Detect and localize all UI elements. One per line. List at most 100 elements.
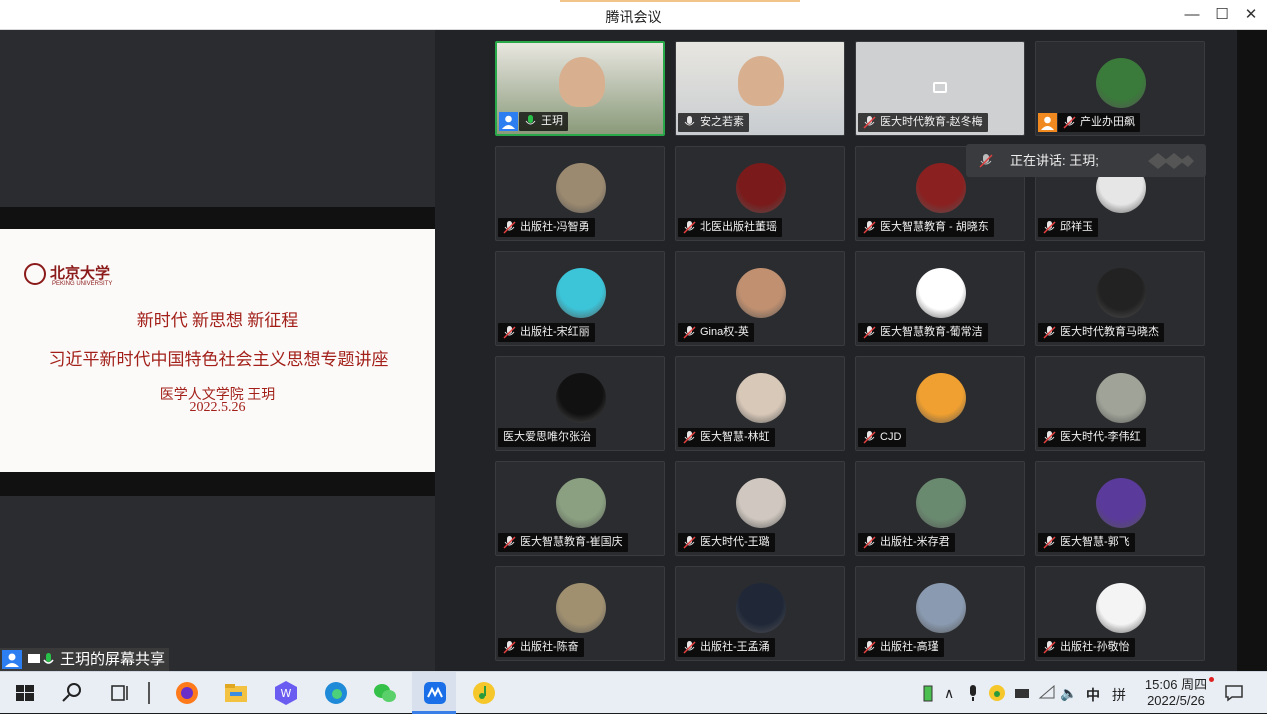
avatar [1096, 373, 1146, 423]
participant-label: 出版社-王孟涌 [678, 638, 775, 657]
participant-tile[interactable]: 出版社-米存君 [855, 461, 1025, 556]
participant-tile[interactable]: 医大智慧教育-葡常洁 [855, 251, 1025, 346]
wechat-tray-icon[interactable] [988, 684, 1006, 702]
participant-label: 出版社-米存君 [858, 533, 955, 552]
screen-share-label[interactable]: 王玥的屏幕共享 [0, 648, 170, 671]
participant-tile[interactable]: Gina权-英 [675, 251, 845, 346]
wechat-icon[interactable] [370, 678, 400, 708]
muted-mic-icon [503, 641, 516, 654]
muted-mic-icon [503, 221, 516, 234]
participant-tile[interactable]: 出版社-高瑾 [855, 566, 1025, 661]
window-title: 腾讯会议 [605, 9, 662, 25]
avatar [556, 478, 606, 528]
participant-tile[interactable]: 出版社-宋红丽 [495, 251, 665, 346]
avatar [556, 268, 606, 318]
participant-tile[interactable]: 医大智慧教育-崔国庆 [495, 461, 665, 556]
participant-name: 医大时代-王璐 [700, 536, 770, 548]
qq-music-icon[interactable] [469, 678, 499, 708]
file-explorer-icon[interactable] [221, 678, 251, 708]
participant-name: 邱祥玉 [1060, 221, 1093, 233]
start-icon[interactable] [10, 678, 40, 708]
clock[interactable]: 15:06 周四 2022/5/26 [1138, 677, 1214, 709]
participant-tile[interactable]: 医大爱思唯尔张治 [495, 356, 665, 451]
pku-logo-subtitle: PEKING UNIVERSITY [52, 281, 113, 287]
wps-icon[interactable]: W [271, 678, 301, 708]
notification-dot [1209, 677, 1214, 682]
participant-tile[interactable]: 医大智慧-林虹 [675, 356, 845, 451]
participant-tile[interactable]: 医大智慧-郭飞 [1035, 461, 1205, 556]
muted-mic-icon [503, 536, 516, 549]
maximize-button[interactable]: ☐ [1209, 4, 1235, 26]
tencent-meeting-icon[interactable] [420, 678, 450, 708]
avatar [556, 583, 606, 633]
participant-label: 王玥 [519, 112, 568, 131]
muted-mic-icon [683, 431, 696, 444]
participant-tile[interactable]: 医大时代教育-赵冬梅 [855, 41, 1025, 136]
avatar [1096, 268, 1146, 318]
minimize-button[interactable]: — [1179, 4, 1205, 26]
participant-label: 产业办田飙 [1058, 113, 1140, 132]
user-icon [2, 650, 22, 669]
pku-seal-icon [24, 263, 46, 285]
participant-name: 出版社-高瑾 [880, 641, 939, 653]
avatar [1096, 478, 1146, 528]
participant-name: 产业办田飙 [1080, 116, 1135, 128]
svg-text:W: W [281, 687, 292, 700]
title-bar: 腾讯会议 — ☐ ✕ [0, 0, 1267, 30]
participant-tile[interactable]: 出版社-王孟涌 [675, 566, 845, 661]
participant-label: 北医出版社董瑶 [678, 218, 782, 237]
participant-label: 医大爱思唯尔张治 [498, 428, 596, 447]
avatar [916, 163, 966, 213]
tray-expand-icon[interactable]: ∧ [944, 685, 954, 702]
search-icon[interactable] [57, 678, 87, 708]
muted-mic-icon [979, 154, 993, 168]
edge-icon[interactable] [321, 678, 351, 708]
title-accent [560, 0, 800, 2]
microphone-icon[interactable] [966, 684, 980, 702]
notification-center-icon[interactable] [1224, 684, 1244, 702]
participant-tile[interactable]: 出版社-陈奋 [495, 566, 665, 661]
firefox-icon[interactable] [172, 678, 202, 708]
participant-tile[interactable]: 医大时代-王璐 [675, 461, 845, 556]
muted-mic-icon [1063, 116, 1076, 129]
participant-label: 出版社-陈奋 [498, 638, 584, 657]
participant-name: 王玥 [541, 115, 563, 127]
participant-tile[interactable]: 医大时代-李伟红 [1035, 356, 1205, 451]
wifi-icon[interactable] [1038, 685, 1056, 701]
participant-tile[interactable]: 出版社-孙敬怡 [1035, 566, 1205, 661]
battery-icon[interactable] [920, 684, 936, 702]
participant-tile[interactable]: 王玥 [495, 41, 665, 136]
participant-name: 医大时代-李伟红 [1060, 431, 1141, 443]
ime-pinyin[interactable]: 拼 [1112, 685, 1126, 705]
participant-name: 医大时代教育-赵冬梅 [880, 116, 983, 128]
device-icon[interactable] [1013, 685, 1031, 701]
participant-name: 北医出版社董瑶 [700, 221, 777, 233]
participant-tile[interactable]: 医大时代教育马晓杰 [1035, 251, 1205, 346]
participant-name: 出版社-宋红丽 [520, 326, 590, 338]
participant-name: 出版社-王孟涌 [700, 641, 770, 653]
task-view-icon[interactable] [104, 678, 134, 708]
participant-tile[interactable]: 安之若素 [675, 41, 845, 136]
video-person [738, 56, 784, 106]
volume-icon[interactable]: 🔈 [1060, 685, 1077, 702]
participant-name: 医大智慧-林虹 [700, 431, 770, 443]
speaking-wave-icon [1148, 153, 1194, 169]
close-button[interactable]: ✕ [1238, 4, 1264, 26]
ime-mode[interactable]: 中 [1086, 685, 1100, 705]
participant-tile[interactable]: 出版社-冯智勇 [495, 146, 665, 241]
participant-name: 出版社-米存君 [880, 536, 950, 548]
participant-name: 医大智慧教育-崔国庆 [520, 536, 623, 548]
muted-mic-icon [863, 641, 876, 654]
participant-label: 医大智慧-郭飞 [1038, 533, 1135, 552]
muted-mic-icon [1043, 641, 1056, 654]
avatar [556, 163, 606, 213]
participant-tile[interactable]: 产业办田飙 [1035, 41, 1205, 136]
host-icon [1038, 113, 1057, 132]
muted-mic-icon [683, 536, 696, 549]
muted-mic-icon [863, 431, 876, 444]
muted-mic-icon [1043, 326, 1056, 339]
participant-name: 医大智慧-郭飞 [1060, 536, 1130, 548]
muted-mic-icon [863, 536, 876, 549]
participant-tile[interactable]: CJD [855, 356, 1025, 451]
participant-tile[interactable]: 北医出版社董瑶 [675, 146, 845, 241]
